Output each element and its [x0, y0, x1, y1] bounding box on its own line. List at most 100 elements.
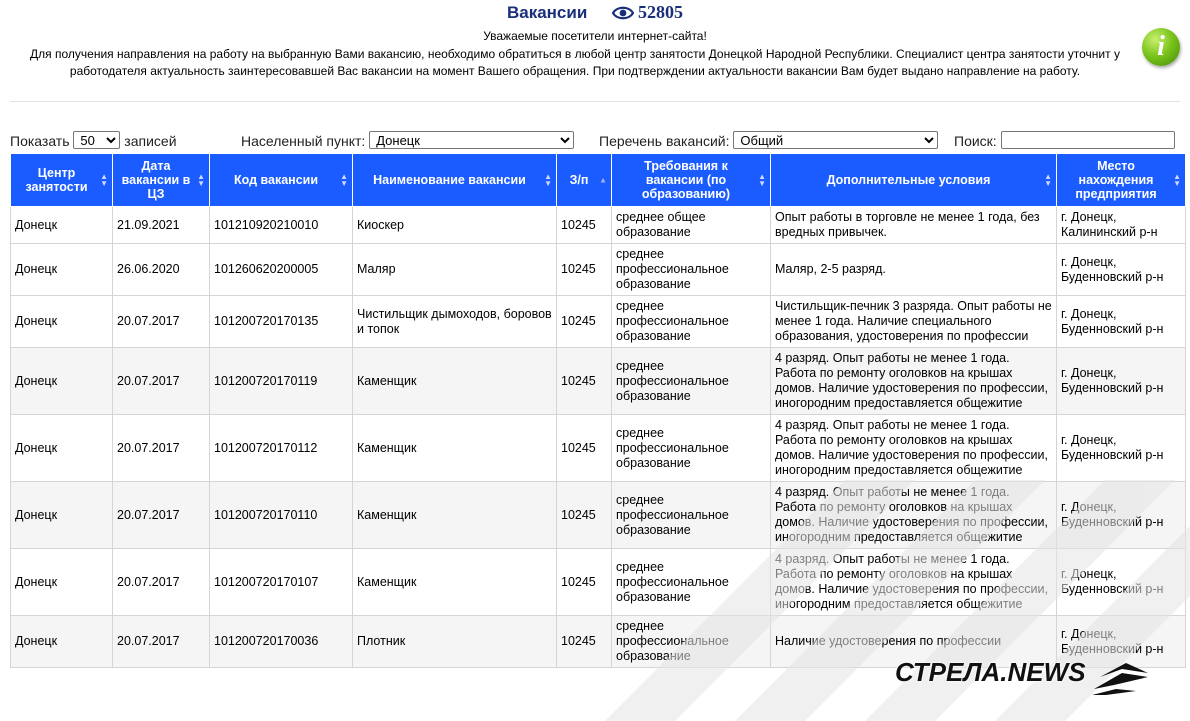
table-cell: среднее профессиональное образование — [611, 295, 771, 348]
column-header-label: Центр занятости — [25, 166, 88, 194]
table-cell: 20.07.2017 — [112, 548, 210, 616]
search-control: Поиск: — [954, 131, 1175, 149]
page-length-control: Показать 50 записей — [10, 131, 177, 149]
table-cell: 20.07.2017 — [112, 615, 210, 668]
page-length-select[interactable]: 50 — [73, 131, 121, 149]
notice-line-1: Для получения направления на работу на в… — [30, 47, 1120, 61]
table-cell: Маляр — [352, 243, 557, 296]
column-header[interactable]: Дополнительные условия ▲ ▼ — [770, 153, 1057, 207]
table-cell: 10245 — [556, 548, 612, 616]
locality-label: Населенный пункт: — [241, 133, 366, 149]
table-row: Донецк 20.07.2017 101200720170110 Каменщик 1… — [10, 481, 1186, 549]
table-cell: г. Донецк, Буденновский р-н — [1056, 347, 1186, 415]
table-cell: 10245 — [556, 243, 612, 296]
views-counter: 52805 — [612, 2, 683, 23]
table-header-row: Центр занятости ▲ ▼ Дата вакансии в ЦЗ ▲ ▼ Код… — [10, 153, 1186, 207]
column-header-label: Место нахождения предприятия — [1075, 159, 1157, 201]
table-cell: 101200720170110 — [209, 481, 353, 549]
table-cell: Донецк — [10, 414, 113, 482]
table-cell: среднее профессиональное образование — [611, 347, 771, 415]
records-label: записей — [124, 133, 177, 149]
views-count: 52805 — [638, 2, 684, 22]
table-cell: Донецк — [10, 548, 113, 616]
locality-select[interactable]: Донецк — [369, 131, 575, 149]
table-cell: 20.07.2017 — [112, 295, 210, 348]
table-cell: 4 разряд. Опыт работы не менее 1 года. Р… — [770, 548, 1057, 616]
column-header[interactable]: Дата вакансии в ЦЗ ▲ ▼ — [112, 153, 210, 207]
header-divider — [10, 101, 1180, 102]
table-cell: г. Донецк, Буденновский р-н — [1056, 295, 1186, 348]
table-cell: Опыт работы в торговле не менее 1 года, … — [770, 206, 1057, 244]
table-cell: г. Донецк, Буденновский р-н — [1056, 548, 1186, 616]
table-cell: Каменщик — [352, 548, 557, 616]
sort-arrows-icon: ▲ ▼ — [544, 172, 552, 188]
notice-text: Для получения направления на работу на в… — [20, 46, 1130, 80]
column-header[interactable]: З/п ▲ — [556, 153, 612, 207]
column-header-label: Код вакансии — [233, 173, 319, 187]
arrow-logo-icon — [1092, 663, 1148, 695]
table-cell: 10245 — [556, 347, 612, 415]
table-cell: среднее профессиональное образование — [611, 243, 771, 296]
vacancy-list-select[interactable]: Общий — [733, 131, 939, 149]
table-cell: 20.07.2017 — [112, 347, 210, 415]
table-cell: среднее профессиональное образование — [611, 414, 771, 482]
table-cell: Киоскер — [352, 206, 557, 244]
table-cell: Каменщик — [352, 481, 557, 549]
watermark-brand: СТРЕЛА.NEWS — [895, 657, 1086, 687]
table-cell: 10245 — [556, 615, 612, 668]
sort-arrows-icon: ▲ ▼ — [197, 172, 205, 188]
table-cell: Плотник — [352, 615, 557, 668]
show-label: Показать — [10, 133, 70, 149]
page-header: Вакансии 52805 Уважаемые посетители инте… — [0, 0, 1190, 104]
table-cell: среднее профессиональное образование — [611, 481, 771, 549]
eye-icon — [612, 6, 635, 20]
column-header-label: Наименование вакансии — [373, 173, 526, 187]
search-label: Поиск: — [954, 132, 997, 149]
table-cell: г. Донецк, Буденновский р-н — [1056, 481, 1186, 549]
vacancy-list-control: Перечень вакансий: Общий — [599, 131, 939, 149]
sort-arrows-icon: ▲ ▼ — [1044, 172, 1052, 188]
vacancies-table: Центр занятости ▲ ▼ Дата вакансии в ЦЗ ▲ ▼ Код… — [10, 153, 1186, 668]
table-row: Донецк 20.07.2017 101200720170119 Каменщик 1… — [10, 347, 1186, 415]
table-cell: 101200720170135 — [209, 295, 353, 348]
column-header[interactable]: Требования к вакансии (по образованию) ▲ ▼ — [611, 153, 771, 207]
vacancy-list-label: Перечень вакансий: — [599, 133, 730, 149]
info-icon[interactable]: i — [1142, 28, 1180, 66]
column-header[interactable]: Место нахождения предприятия ▲ ▼ — [1056, 153, 1186, 207]
title-row: Вакансии 52805 — [0, 2, 1190, 23]
table-cell: Донецк — [10, 481, 113, 549]
table-cell: Маляр, 2-5 разряд. — [770, 243, 1057, 296]
table-cell: 21.09.2021 — [112, 206, 210, 244]
notice-line-2: работодателя актуальность заинтересовавш… — [69, 64, 1081, 78]
table-cell: Чистильщик дымоходов, боровов и топок — [352, 295, 557, 348]
table-row: Донецк 21.09.2021 101210920210010 Киоскер 10… — [10, 206, 1186, 244]
table-cell: 101200720170036 — [209, 615, 353, 668]
table-cell: Донецк — [10, 295, 113, 348]
table-body: Донецк 21.09.2021 101210920210010 Киоскер 10… — [10, 206, 1186, 668]
greeting-text: Уважаемые посетители интернет-сайта! — [483, 29, 707, 43]
sort-arrows-icon: ▲ ▼ — [340, 172, 348, 188]
search-input[interactable] — [1000, 131, 1175, 149]
locality-control: Населенный пункт: Донецк — [241, 131, 575, 149]
sort-arrows-icon: ▲ — [599, 175, 607, 185]
table-cell: 4 разряд. Опыт работы не менее 1 года. Р… — [770, 414, 1057, 482]
column-header[interactable]: Код вакансии ▲ ▼ — [209, 153, 353, 207]
column-header-label: Дата вакансии в ЦЗ — [121, 159, 191, 201]
table-cell: г. Донецк, Буденновский р-н — [1056, 414, 1186, 482]
table-cell: Каменщик — [352, 347, 557, 415]
table-cell: 101260620200005 — [209, 243, 353, 296]
table-cell: 10245 — [556, 481, 612, 549]
table-cell: г. Донецк, Калининский р-н — [1056, 206, 1186, 244]
table-cell: среднее профессиональное образование — [611, 548, 771, 616]
table-cell: 4 разряд. Опыт работы не менее 1 года. Р… — [770, 481, 1057, 549]
table-cell: Каменщик — [352, 414, 557, 482]
sort-arrows-icon: ▲ ▼ — [100, 172, 108, 188]
sort-arrows-icon: ▲ ▼ — [758, 172, 766, 188]
table-cell: среднее общее образование — [611, 206, 771, 244]
table-row: Донецк 20.07.2017 101200720170107 Каменщик 1… — [10, 548, 1186, 616]
table-cell: 20.07.2017 — [112, 481, 210, 549]
table-row: Донецк 26.06.2020 101260620200005 Маляр 1024… — [10, 243, 1186, 296]
column-header[interactable]: Центр занятости ▲ ▼ — [10, 153, 113, 207]
column-header[interactable]: Наименование вакансии ▲ ▼ — [352, 153, 557, 207]
table-row: Донецк 20.07.2017 101200720170112 Каменщик 1… — [10, 414, 1186, 482]
